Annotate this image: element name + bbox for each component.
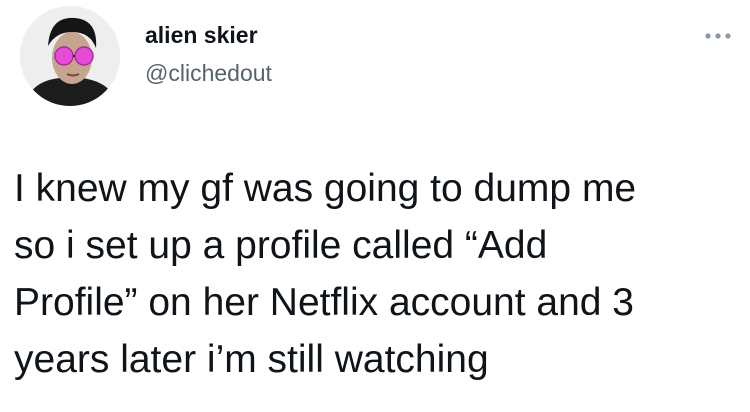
avatar-image — [20, 6, 120, 106]
avatar[interactable] — [20, 6, 120, 106]
more-options-button[interactable] — [698, 26, 738, 46]
tweet-text: I knew my gf was going to dump me so i s… — [14, 167, 637, 381]
user-handle[interactable]: @clichedout — [145, 60, 272, 87]
tweet-card: alien skier @clichedout I knew my gf was… — [0, 0, 750, 412]
more-options-icon — [705, 33, 731, 39]
display-name[interactable]: alien skier — [145, 22, 258, 49]
